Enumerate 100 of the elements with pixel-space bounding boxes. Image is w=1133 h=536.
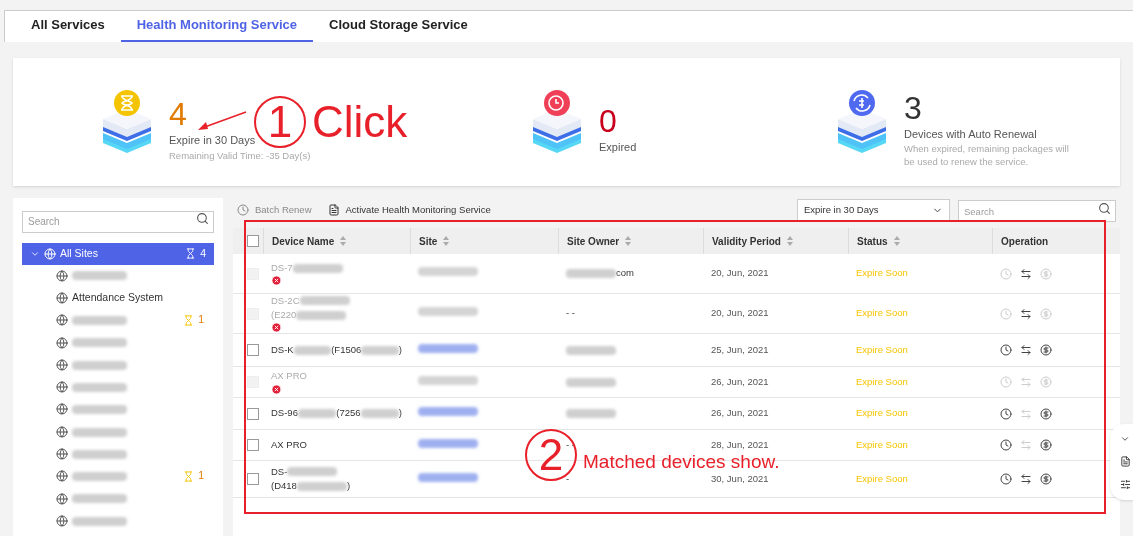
annotation-text: Click <box>312 96 408 148</box>
globe-icon <box>56 425 68 438</box>
globe-icon <box>56 269 68 282</box>
filter-dropdown[interactable]: Expire in 30 Days <box>797 199 950 221</box>
checkbox[interactable] <box>247 344 259 356</box>
table-cell-text: 20, Jun, 2021 <box>710 266 770 281</box>
text-fragment: AX PRO <box>271 437 307 452</box>
blurred-text <box>296 310 347 320</box>
clock-icon[interactable] <box>1000 439 1012 451</box>
summary-note: Remaining Valid Time: -35 Day(s) <box>169 148 312 162</box>
count-value: 4 <box>169 96 187 133</box>
annotation-text: Matched devices show. <box>583 449 780 474</box>
dollar-icon[interactable] <box>1040 407 1052 420</box>
blurred-text <box>292 263 343 273</box>
blurred-text <box>293 345 332 355</box>
text-fragment: DS-96 <box>271 406 298 421</box>
dollar-icon[interactable] <box>1040 473 1052 485</box>
count-value: 3 <box>904 89 922 126</box>
summary-label: Expire in 30 Days <box>169 133 256 149</box>
table-cell-text: 20, Jun, 2021 <box>710 306 770 321</box>
blurred-text <box>297 409 337 418</box>
blurred-text <box>72 382 127 392</box>
column-header[interactable]: Device Name <box>263 228 410 254</box>
status-text: Expire Soon <box>855 342 909 357</box>
search-field[interactable]: Search <box>22 210 214 233</box>
clock-icon[interactable] <box>1000 473 1012 485</box>
chevron-down-icon[interactable] <box>1120 434 1130 444</box>
checkbox[interactable] <box>247 473 259 485</box>
transfer-icon[interactable] <box>1020 473 1032 485</box>
blurred-text <box>566 345 616 355</box>
clock-icon[interactable] <box>1000 407 1012 420</box>
sort-icon[interactable] <box>340 236 347 246</box>
checkbox[interactable] <box>247 439 259 451</box>
checkbox[interactable] <box>247 235 259 247</box>
hourglass-icon <box>183 470 195 482</box>
blurred-text <box>72 360 127 370</box>
column-header[interactable]: Site Owner <box>558 228 703 254</box>
column-header[interactable]: Status <box>848 228 992 254</box>
blurred-text <box>361 345 399 355</box>
status-text: Expire Soon <box>855 406 909 421</box>
blurred-text <box>299 296 350 306</box>
globe-icon <box>56 514 68 527</box>
toolbar-button[interactable]: Activate Health Monitoring Service <box>327 202 491 218</box>
search-field[interactable]: Search <box>958 200 1116 223</box>
clock-icon[interactable] <box>1000 344 1012 356</box>
status-text: Expire Soon <box>855 374 909 389</box>
transfer-icon[interactable] <box>1020 344 1032 356</box>
sort-icon[interactable] <box>786 236 793 246</box>
column-header[interactable]: Validity Period <box>703 228 848 254</box>
blurred-text <box>296 481 347 491</box>
column-header: Operation <box>992 228 1100 254</box>
tree-item[interactable]: All Sites 4 <box>22 242 214 265</box>
hourglass-icon <box>183 314 195 326</box>
search-icon <box>196 212 209 225</box>
sliders-icon[interactable] <box>1119 479 1131 490</box>
summary-label: Expired <box>599 139 637 155</box>
sort-icon[interactable] <box>893 236 900 246</box>
blurred-text <box>72 472 127 482</box>
text-fragment: DS-7 <box>271 260 293 275</box>
site-count: 1 <box>198 312 204 328</box>
text-fragment: ) <box>346 479 351 493</box>
search-icon <box>1098 201 1111 215</box>
sort-icon[interactable] <box>625 236 632 246</box>
text-fragment: - - <box>566 437 575 452</box>
text-fragment: (D418 <box>271 479 297 493</box>
site-name[interactable]: Attendance System <box>72 290 204 306</box>
dollar-icon[interactable] <box>1040 344 1052 356</box>
blurred-text <box>72 338 127 348</box>
globe-icon <box>44 247 56 260</box>
site-count: 4 <box>200 245 206 261</box>
globe-icon <box>56 448 68 460</box>
document-icon[interactable] <box>1119 456 1131 467</box>
text-fragment: - - <box>566 306 575 321</box>
text-fragment: (E220 <box>271 308 297 322</box>
status-text: Expire Soon <box>855 266 909 281</box>
blurred-text <box>360 409 399 418</box>
text-fragment: DS- <box>271 464 288 479</box>
globe-icon <box>56 381 68 394</box>
blurred-text <box>72 405 127 415</box>
blurred-text <box>72 449 127 459</box>
blurred-text <box>566 269 616 278</box>
hourglass-icon <box>185 248 197 259</box>
blurred-text <box>72 316 127 326</box>
blurred-text <box>72 494 127 504</box>
text-fragment: AX PRO <box>271 369 307 384</box>
checkbox[interactable] <box>247 407 259 420</box>
tab[interactable]: Health Monitoring Service <box>120 10 314 42</box>
tab[interactable]: All Services <box>15 10 121 42</box>
column-header[interactable]: Site <box>410 228 558 254</box>
sort-icon[interactable] <box>443 236 450 246</box>
site-count: 1 <box>198 468 204 484</box>
text-fragment: DS-K <box>271 342 294 357</box>
blurred-text <box>566 377 616 387</box>
dollar-icon[interactable] <box>1040 439 1052 451</box>
blurred-text <box>72 427 127 437</box>
blurred-text <box>72 516 127 526</box>
text-fragment: ) <box>398 406 402 421</box>
tab[interactable]: Cloud Storage Service <box>313 10 484 42</box>
status-text: Expire Soon <box>855 471 909 486</box>
table-cell-text: 28, Jun, 2021 <box>710 437 770 452</box>
